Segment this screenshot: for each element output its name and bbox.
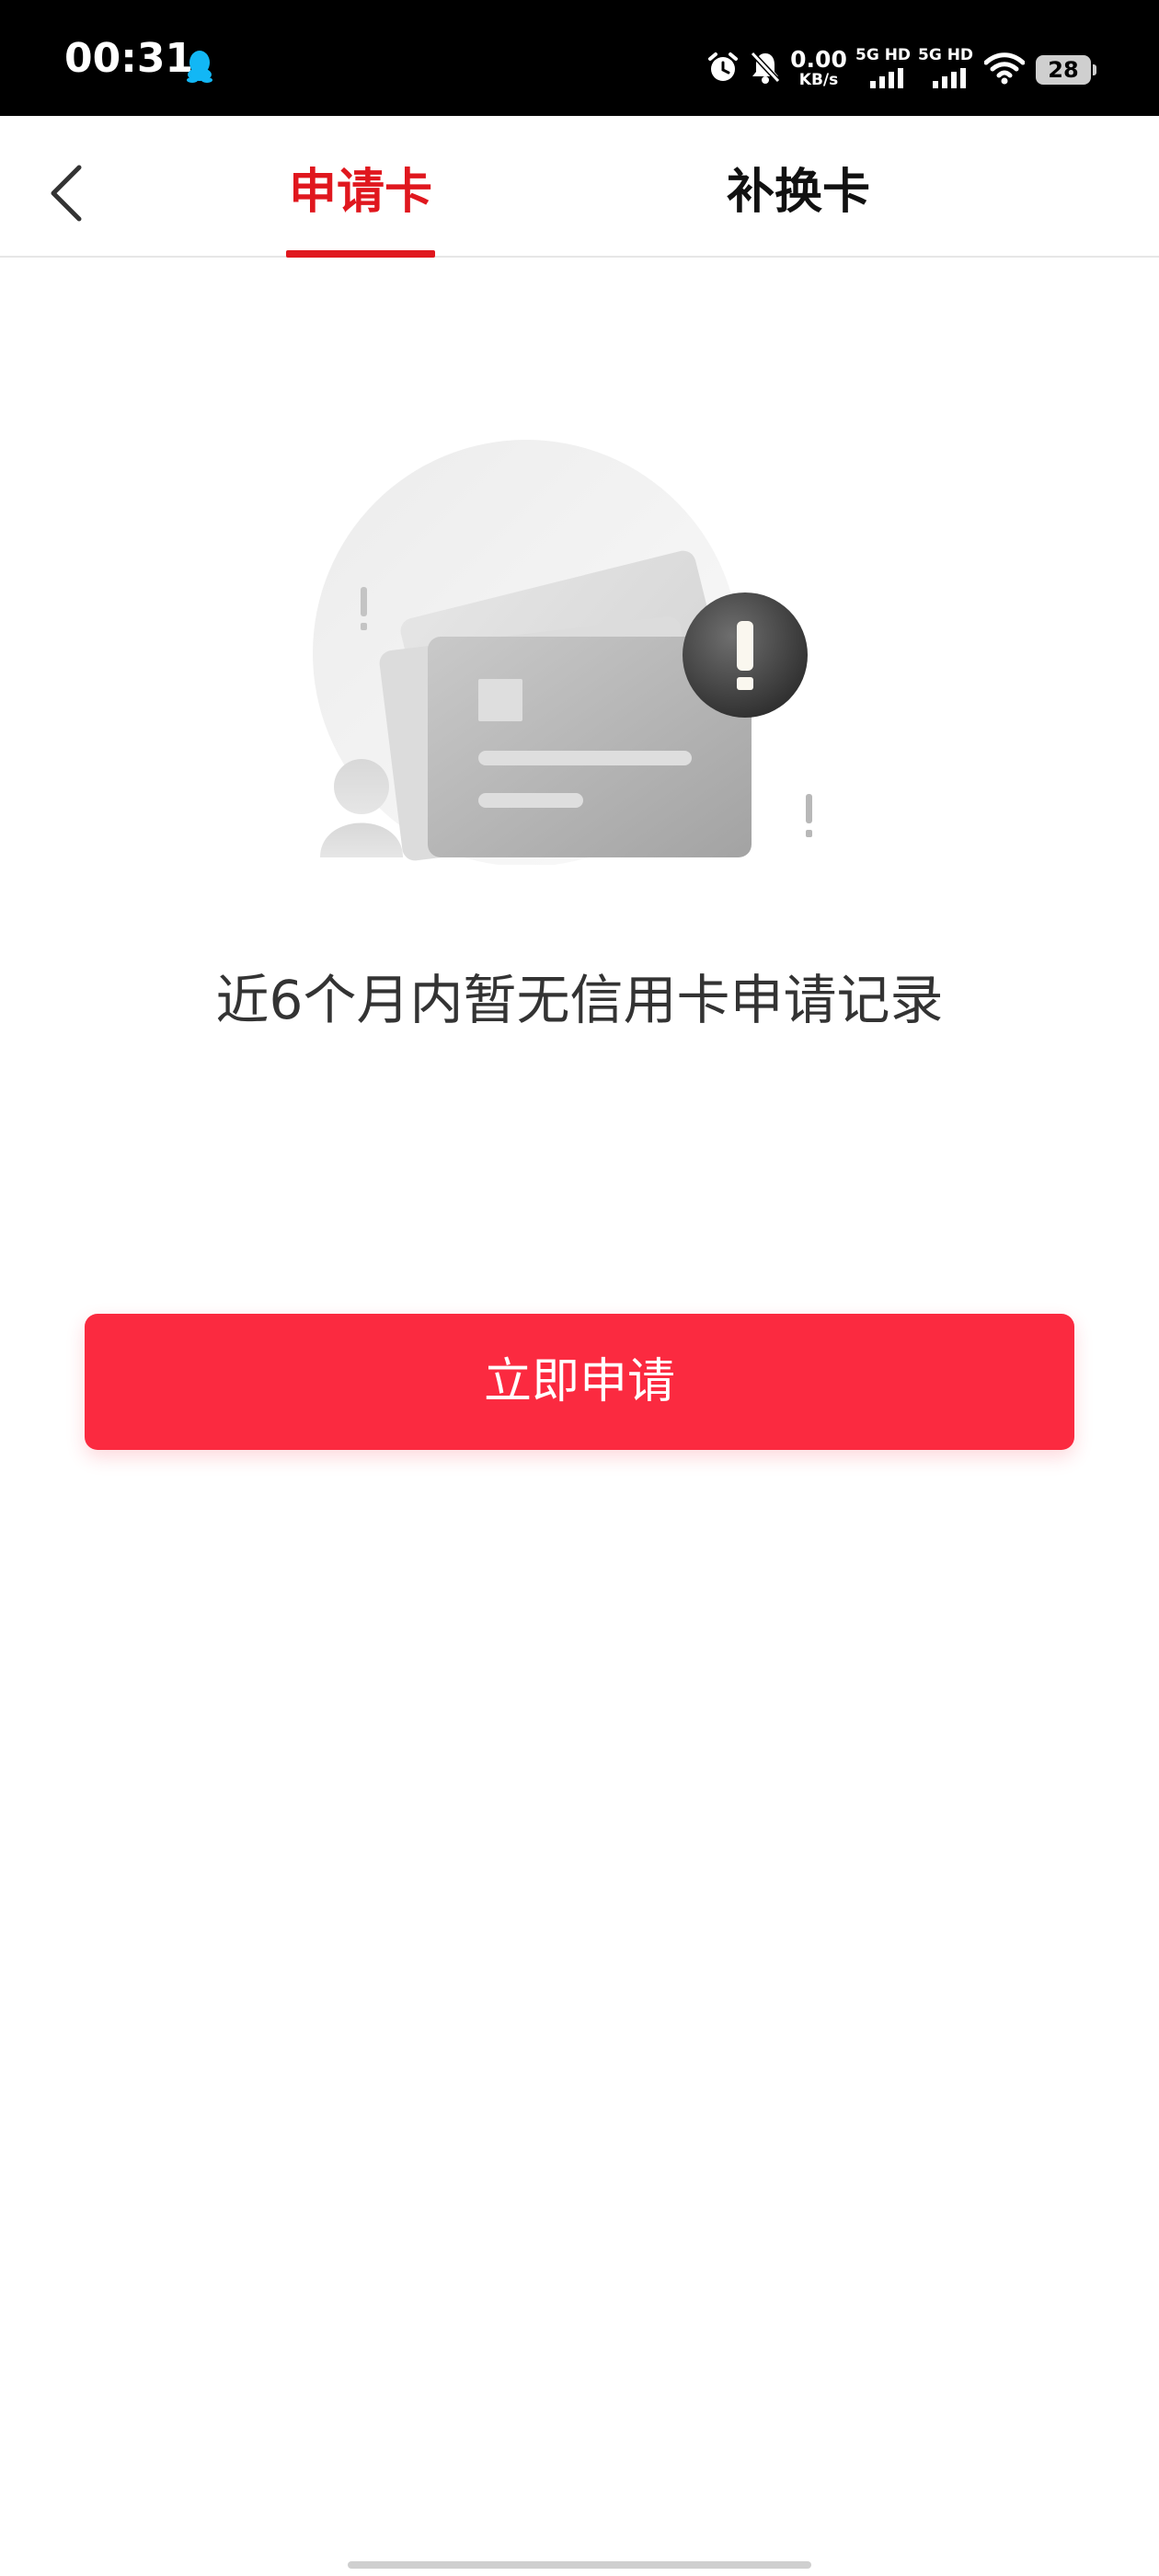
signal-sim1: 5G HD [855,48,912,88]
credit-card-alert-icon [313,440,812,865]
signal-icon [870,68,903,88]
sim1-label: 5G HD [855,46,912,64]
active-tab-indicator [286,250,435,258]
sim2-label: 5G HD [918,46,974,64]
status-bar: 00:31 0.00 KB/s 5G HD 5G HD 28 [0,0,1159,116]
tab-replace-card[interactable]: 补换卡 [706,153,890,258]
network-speed-unit: KB/s [798,71,839,89]
wifi-icon [984,52,1025,85]
apply-now-button[interactable]: 立即申请 [85,1314,1074,1450]
qq-icon [187,51,212,83]
mute-bell-icon [750,51,781,84]
back-button[interactable] [37,153,101,226]
status-time: 00:31 [64,35,194,82]
chevron-left-icon [51,165,82,222]
home-indicator[interactable] [348,2561,811,2569]
signal-icon [933,68,966,88]
empty-state-message: 近6个月内暂无信用卡申请记录 [215,969,944,1031]
top-tab-bar: 申请卡 补换卡 [0,116,1159,258]
network-speed: 0.00 KB/s [789,48,848,88]
battery-icon: 28 [1036,55,1096,85]
signal-sim2: 5G HD [918,48,975,88]
network-speed-value: 0.00 [790,46,847,73]
alarm-icon [708,52,738,81]
tab-apply-card[interactable]: 申请卡 [276,153,445,258]
